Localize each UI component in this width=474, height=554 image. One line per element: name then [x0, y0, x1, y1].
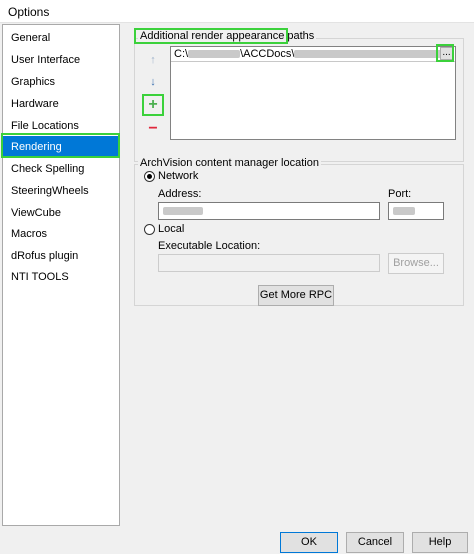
sidebar-item-steeringwheels[interactable]: SteeringWheels — [3, 180, 119, 202]
redacted-port — [393, 207, 415, 215]
sidebar-item-user-interface[interactable]: User Interface — [3, 49, 119, 71]
sidebar-item-label: General — [11, 32, 51, 44]
sidebar-item-label: Rendering — [11, 141, 62, 153]
path-text: C:\ \ACCDocs\ — [174, 48, 445, 60]
address-field[interactable] — [158, 202, 380, 220]
sidebar-item-file-locations[interactable]: File Locations — [3, 115, 119, 137]
sidebar-item-label: Graphics — [11, 76, 56, 88]
network-radio[interactable] — [144, 171, 155, 182]
help-button[interactable]: Help — [412, 532, 468, 553]
archvision-legend: ArchVision content manager location — [138, 157, 321, 169]
redacted-segment — [188, 50, 241, 59]
sidebar-item-label: NTI TOOLS — [11, 271, 69, 283]
list-item[interactable]: C:\ \ACCDocs\ ... — [171, 47, 455, 62]
sidebar-item-hardware[interactable]: Hardware — [3, 93, 119, 115]
sidebar-item-label: ViewCube — [11, 207, 61, 219]
move-down-icon[interactable]: ↓ — [144, 73, 162, 91]
network-label: Network — [158, 170, 199, 182]
dialog-footer: OK Cancel Help — [0, 528, 474, 554]
sidebar-item-label: dRofus plugin — [11, 250, 79, 262]
rendering-panel: Additional render appearance paths ↑ ↓ +… — [124, 24, 472, 524]
redacted-address — [163, 207, 203, 215]
executable-location-field[interactable] — [158, 254, 380, 272]
cancel-button[interactable]: Cancel — [346, 532, 404, 553]
sidebar-item-label: File Locations — [11, 120, 79, 132]
window-title: Options — [8, 5, 50, 19]
browse-button[interactable]: Browse... — [388, 253, 444, 274]
sidebar-item-drofus-plugin[interactable]: dRofus plugin — [3, 245, 119, 267]
render-paths-list[interactable]: C:\ \ACCDocs\ ... — [170, 46, 456, 140]
local-radio[interactable] — [144, 224, 155, 235]
render-paths-legend: Additional render appearance paths — [138, 30, 317, 42]
sidebar-item-nti-tools[interactable]: NTI TOOLS — [3, 266, 119, 288]
sidebar-item-viewcube[interactable]: ViewCube — [3, 202, 119, 224]
sidebar-item-label: Macros — [11, 228, 48, 240]
sidebar-item-check-spelling[interactable]: Check Spelling — [3, 158, 119, 180]
title-bar: Options — [0, 0, 474, 23]
port-label: Port: — [388, 188, 412, 200]
options-sidebar: General User Interface Graphics Hardware… — [2, 24, 120, 526]
path-visible: \ACCDocs\ — [240, 48, 295, 60]
sidebar-item-macros[interactable]: Macros — [3, 223, 119, 245]
move-up-icon[interactable]: ↑ — [144, 51, 162, 69]
sidebar-item-label: Hardware — [11, 98, 59, 110]
sidebar-item-label: SteeringWheels — [11, 185, 89, 197]
add-icon[interactable]: + — [144, 96, 162, 114]
sidebar-item-label: User Interface — [11, 54, 81, 66]
port-field[interactable] — [388, 202, 444, 220]
address-label: Address: — [158, 188, 202, 200]
browse-path-button[interactable]: ... — [440, 47, 453, 60]
path-prefix: C:\ — [174, 48, 189, 60]
local-label: Local — [158, 223, 185, 235]
ok-button[interactable]: OK — [280, 532, 338, 553]
redacted-segment — [294, 50, 445, 59]
sidebar-item-label: Check Spelling — [11, 163, 85, 175]
sidebar-item-graphics[interactable]: Graphics — [3, 71, 119, 93]
get-more-rpc-button[interactable]: Get More RPC — [258, 285, 334, 306]
remove-icon[interactable]: − — [144, 120, 162, 138]
sidebar-item-general[interactable]: General — [3, 27, 119, 49]
sidebar-item-rendering[interactable]: Rendering — [3, 136, 119, 158]
executable-location-label: Executable Location: — [158, 240, 261, 252]
